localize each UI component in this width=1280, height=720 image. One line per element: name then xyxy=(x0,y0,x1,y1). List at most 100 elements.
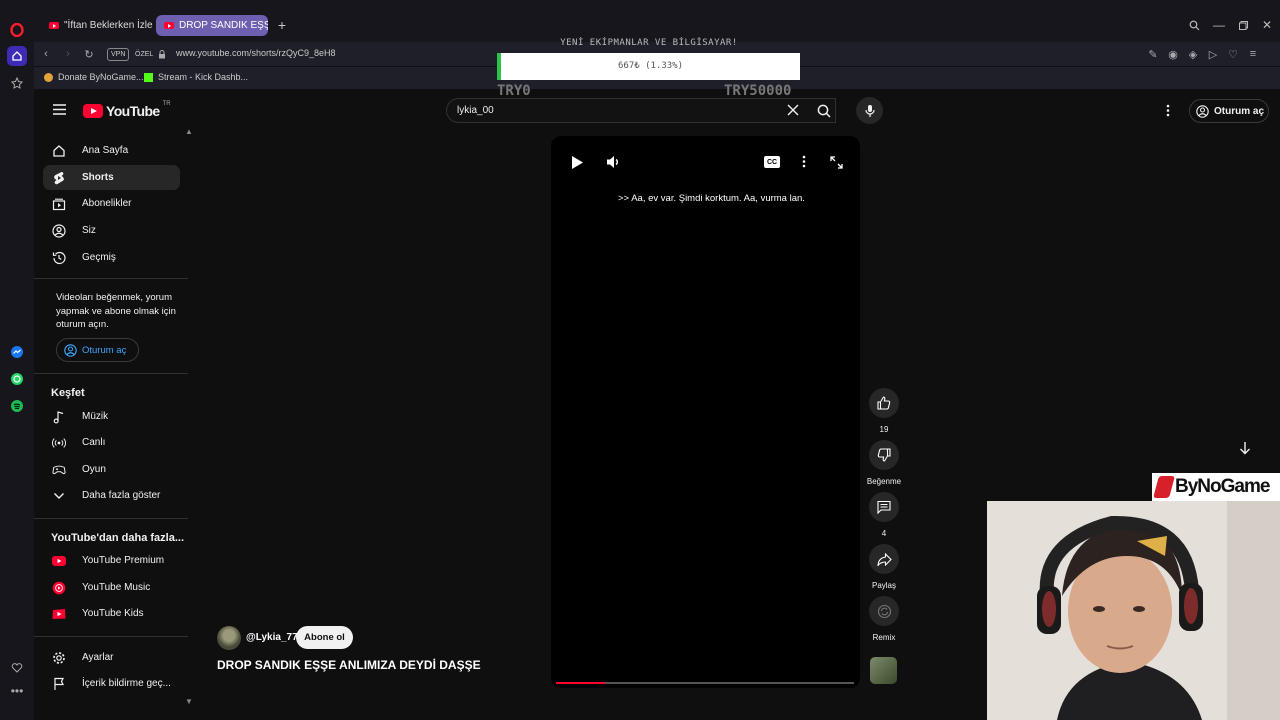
bookmark-label: Stream - Kick Dashb... xyxy=(158,72,249,82)
guide-item-music[interactable]: Müzik xyxy=(43,404,180,429)
guide-item-label: YouTube Kids xyxy=(82,608,144,619)
player-more-icon[interactable] xyxy=(802,155,806,168)
clear-search-icon[interactable] xyxy=(787,104,799,116)
guide-item-youtube-premium[interactable]: YouTube Premium xyxy=(43,548,180,573)
camera-icon[interactable]: ◉ xyxy=(1166,47,1180,61)
remix-button[interactable] xyxy=(869,596,899,626)
new-tab-button[interactable]: + xyxy=(275,17,289,33)
comments-button[interactable] xyxy=(869,492,899,522)
donation-goal-max: TRY50000 xyxy=(724,83,792,99)
sound-thumbnail[interactable] xyxy=(870,657,897,684)
favorite-icon[interactable]: ♡ xyxy=(1226,47,1240,61)
guide-item-label: Oyun xyxy=(82,464,106,475)
guide-item-you[interactable]: Siz xyxy=(43,218,180,243)
messenger-icon[interactable] xyxy=(7,342,27,362)
remix-action[interactable]: Remix xyxy=(867,596,901,642)
volume-button[interactable] xyxy=(606,155,621,169)
bookmark-item[interactable]: Donate ByNoGame... xyxy=(44,72,144,82)
share-action[interactable]: Paylaş xyxy=(867,544,901,590)
edit-icon[interactable]: ✎ xyxy=(1146,47,1160,61)
vpn-badge[interactable]: VPN xyxy=(107,48,130,61)
home-icon xyxy=(52,144,66,158)
tab-inactive[interactable]: "İftan Beklerken İzlemelik xyxy=(41,15,153,36)
minimize-button[interactable]: — xyxy=(1212,18,1226,32)
guide-item-history[interactable]: Geçmiş xyxy=(43,245,180,270)
dislike-button[interactable] xyxy=(869,440,899,470)
next-short-button[interactable] xyxy=(1232,435,1257,460)
comments-action[interactable]: 4 xyxy=(867,492,901,538)
guide-sign-in-button[interactable]: Oturum aç xyxy=(56,338,139,362)
private-badge: ÖZEL xyxy=(135,51,154,58)
scroll-up-icon[interactable]: ▲ xyxy=(185,127,193,136)
tab-active[interactable]: DROP SANDIK EŞŞE ANLIMIZA xyxy=(156,15,268,36)
share-label: Paylaş xyxy=(871,581,896,590)
search-tabs-icon[interactable] xyxy=(1187,18,1201,32)
hamburger-menu-icon[interactable] xyxy=(53,104,66,115)
lock-icon[interactable] xyxy=(155,47,169,61)
guide-item-label: Ana Sayfa xyxy=(82,145,129,156)
more-icon[interactable]: ••• xyxy=(7,681,27,701)
guide-item-home[interactable]: Ana Sayfa xyxy=(43,138,180,163)
divider xyxy=(34,278,188,279)
guide-show-more[interactable]: Daha fazla göster xyxy=(43,483,180,508)
search-button[interactable] xyxy=(805,98,843,123)
guide-item-youtube-music[interactable]: YouTube Music xyxy=(43,575,180,600)
reload-icon[interactable]: ↻ xyxy=(82,47,96,61)
youtube-music-icon xyxy=(52,581,66,595)
home-icon[interactable] xyxy=(7,46,27,66)
bynogame-logo: ByNoGame xyxy=(1152,473,1280,501)
guide-item-live[interactable]: Canlı xyxy=(43,430,180,455)
video-progress-bar[interactable] xyxy=(556,682,854,684)
back-icon[interactable]: ‹ xyxy=(39,47,53,61)
share-button[interactable] xyxy=(869,544,899,574)
voice-search-button[interactable] xyxy=(856,97,883,124)
settings-more-icon[interactable] xyxy=(1166,104,1170,117)
channel-handle[interactable]: @Lykia_77 xyxy=(246,632,298,643)
sign-in-button[interactable]: Oturum aç xyxy=(1189,99,1269,123)
fullscreen-icon[interactable] xyxy=(830,156,843,169)
gaming-icon xyxy=(52,463,66,477)
heart-icon[interactable] xyxy=(7,658,27,678)
explore-heading: Keşfet xyxy=(51,387,85,399)
guide-item-settings[interactable]: Ayarlar xyxy=(43,645,180,670)
bookmark-item[interactable]: Stream - Kick Dashb... xyxy=(144,72,248,82)
shield-icon[interactable]: ◈ xyxy=(1186,47,1200,61)
chevron-down-icon xyxy=(52,489,66,503)
menu-icon[interactable]: ≡ xyxy=(1246,47,1260,61)
like-action[interactable]: 19 xyxy=(867,388,901,434)
donation-goal-min: TRY0 xyxy=(497,83,531,99)
guide-item-subscriptions[interactable]: Abonelikler xyxy=(43,191,180,216)
forward-icon[interactable]: › xyxy=(61,47,75,61)
close-window-button[interactable]: ✕ xyxy=(1260,18,1274,32)
channel-avatar[interactable] xyxy=(217,626,241,650)
subscribe-button[interactable]: Abone ol xyxy=(296,626,353,649)
guide-item-report-history[interactable]: İçerik bildirme geç... xyxy=(43,671,180,696)
bynogame-logo-text: ByNoGame xyxy=(1175,476,1270,497)
play-button[interactable] xyxy=(571,155,584,170)
play-icon[interactable]: ▷ xyxy=(1206,47,1220,61)
guide-item-label: Daha fazla göster xyxy=(82,490,161,501)
scroll-down-icon[interactable]: ▼ xyxy=(185,697,193,706)
maximize-button[interactable] xyxy=(1236,18,1250,32)
dislike-action[interactable]: Beğenme xyxy=(867,440,901,486)
guide-item-gaming[interactable]: Oyun xyxy=(43,457,180,482)
youtube-favicon-icon xyxy=(164,22,174,29)
pinboard-icon[interactable] xyxy=(7,73,27,93)
user-icon xyxy=(52,223,66,238)
like-button[interactable] xyxy=(869,388,899,418)
account-icon xyxy=(64,343,77,357)
spotify-icon[interactable] xyxy=(7,396,27,416)
short-title[interactable]: DROP SANDIK EŞŞE ANLIMIZA DEYDİ DAŞŞE xyxy=(217,658,481,672)
subscriptions-icon xyxy=(52,197,66,211)
guide-item-shorts[interactable]: Shorts xyxy=(43,165,180,190)
whatsapp-icon[interactable] xyxy=(7,369,27,389)
captions-button[interactable]: CC xyxy=(764,156,780,168)
opera-logo-icon[interactable] xyxy=(7,20,27,40)
shorts-player[interactable]: CC >> Aa, ev var. Şimdi korktum. Aa, vur… xyxy=(551,136,860,688)
flag-icon xyxy=(52,677,66,691)
url-field[interactable]: www.youtube.com/shorts/rzQyC9_8eH8 xyxy=(176,48,336,58)
guide-item-youtube-kids[interactable]: YouTube Kids xyxy=(43,601,180,626)
youtube-logo[interactable]: YouTube TR xyxy=(83,101,171,119)
browser-sidebar: ••• xyxy=(0,0,34,720)
search-input[interactable]: lykia_00 xyxy=(446,98,836,123)
